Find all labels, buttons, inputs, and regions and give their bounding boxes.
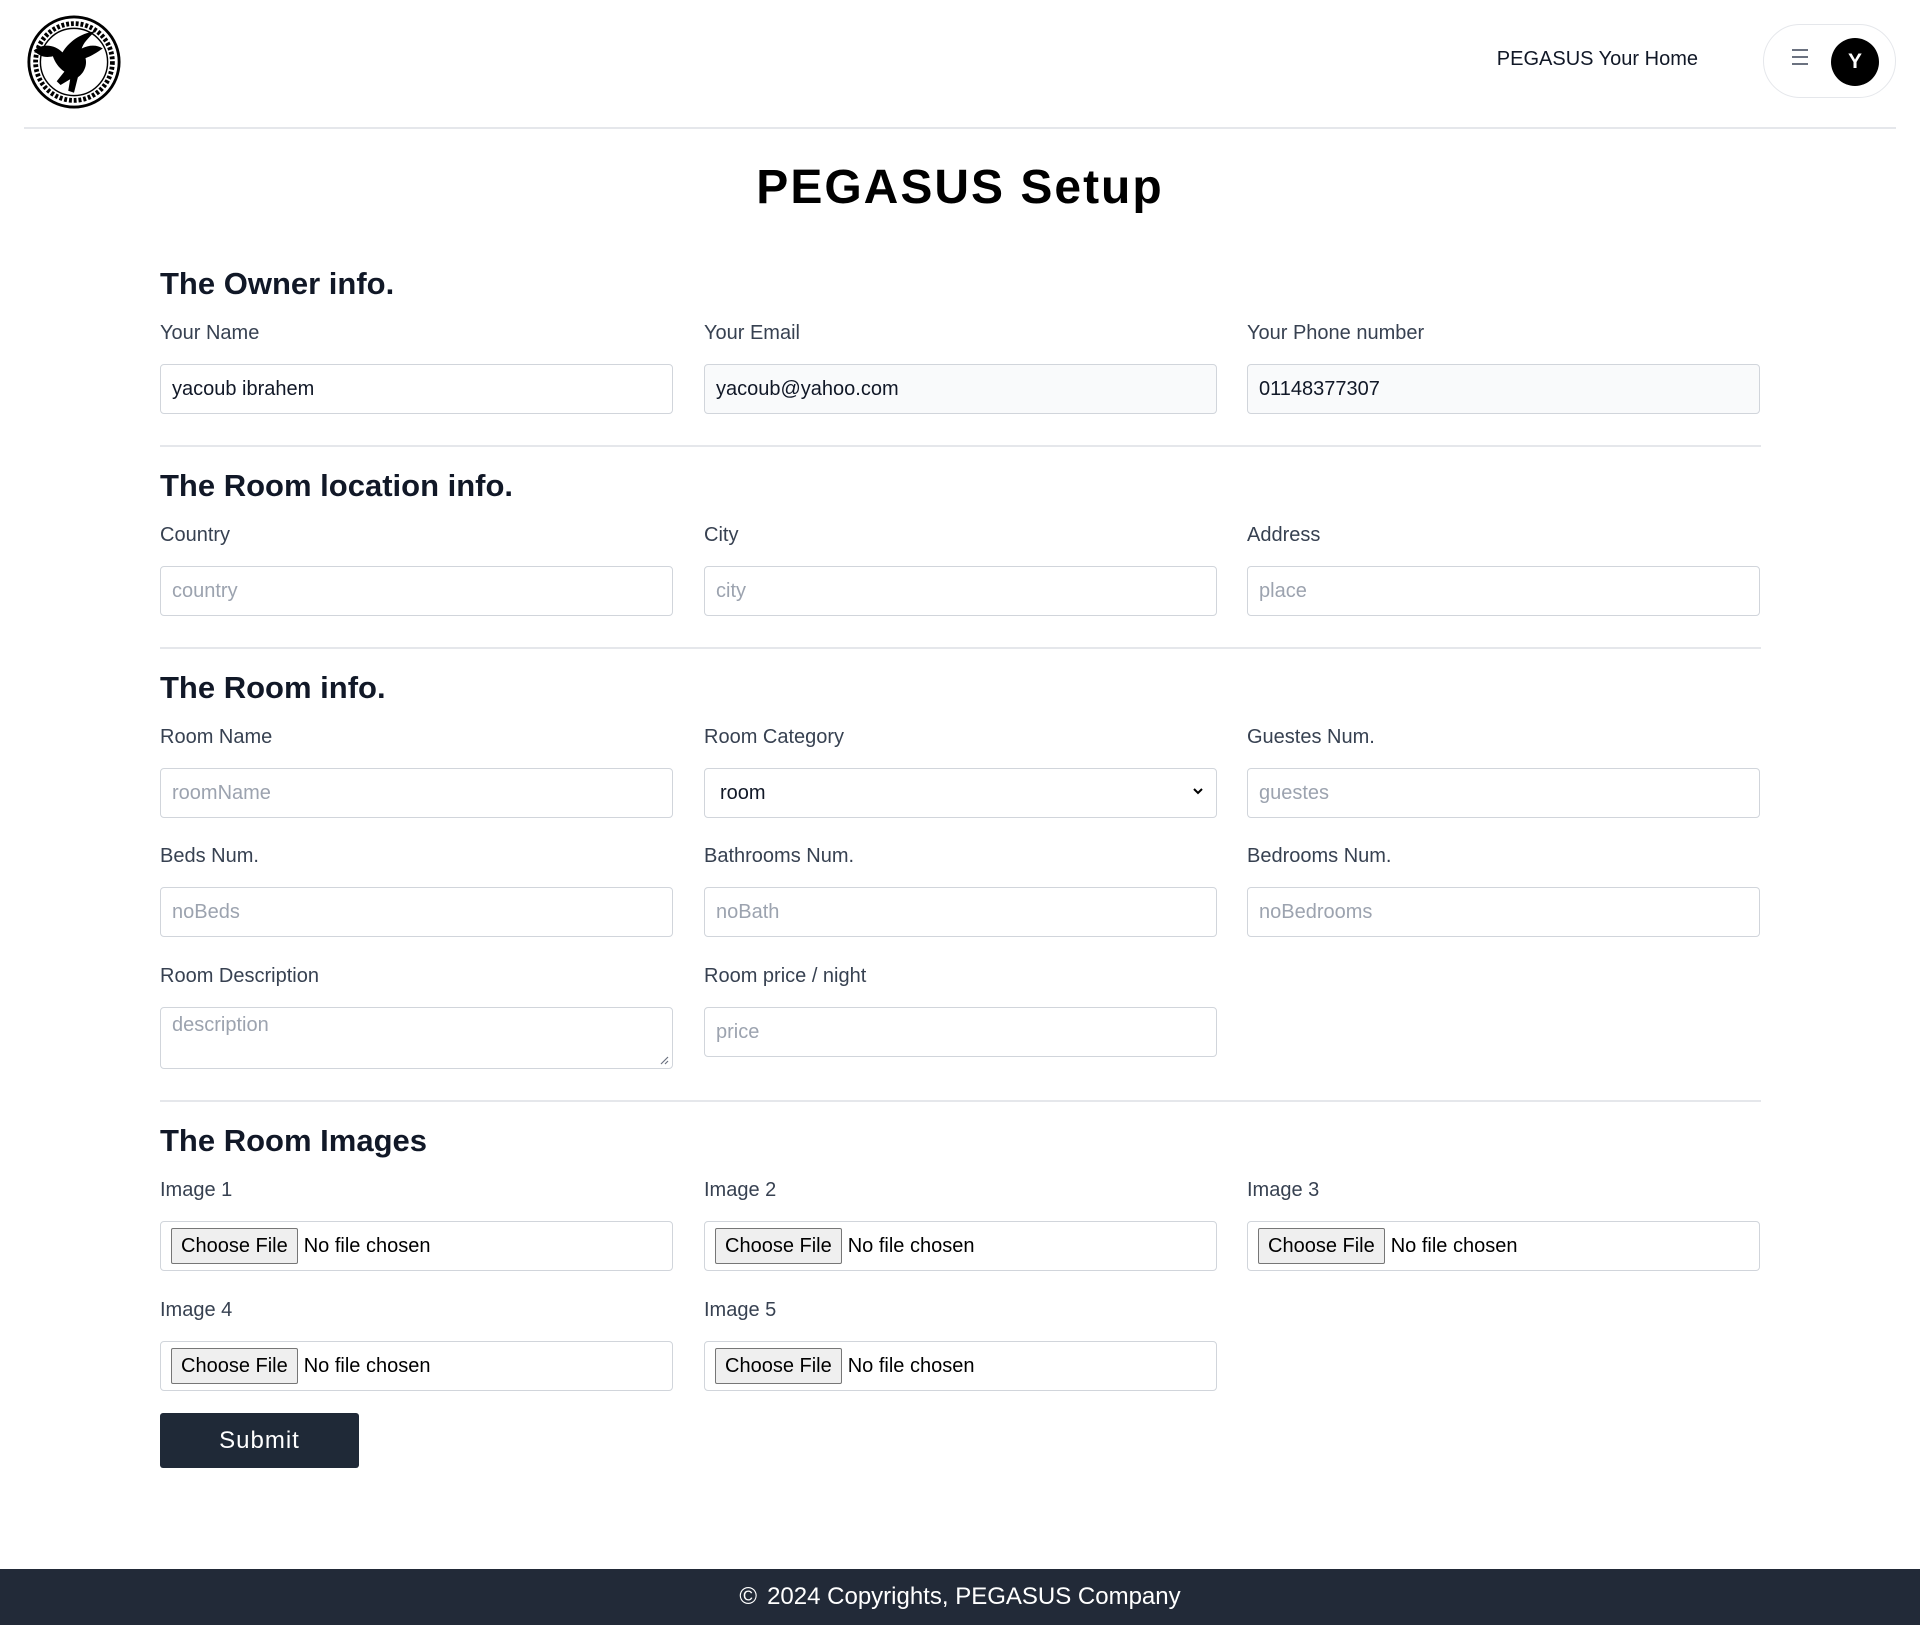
field-city: City city (704, 524, 1217, 616)
file-status: No file chosen (303, 1354, 431, 1377)
bathrooms-input[interactable]: noBath (704, 887, 1217, 937)
address-label: Address (1247, 524, 1321, 546)
description-textarea[interactable]: description (160, 1007, 673, 1069)
field-country: Country country (160, 524, 673, 616)
field-room-name: Room Name roomName (160, 726, 673, 818)
choose-file-button[interactable]: Choose File (1258, 1228, 1385, 1264)
footer-text: 2024 Copyrights, PEGASUS Company (767, 1583, 1181, 1610)
user-menu-button[interactable]: Y (1763, 24, 1896, 98)
country-input[interactable]: country (160, 566, 673, 616)
field-owner-name: Your Name yacoub ibrahem (160, 322, 673, 414)
hamburger-icon (1792, 49, 1808, 67)
file-status: No file chosen (847, 1234, 975, 1257)
owner-phone-input[interactable]: 01148377307 (1247, 364, 1760, 414)
choose-file-button[interactable]: Choose File (715, 1348, 842, 1384)
site-footer: © 2024 Copyrights, PEGASUS Company (0, 1569, 1920, 1625)
field-image-3: Image 3 Choose File No file chosen (1247, 1179, 1760, 1271)
image-5-file-input: Choose File No file chosen (704, 1341, 1217, 1391)
bathrooms-label: Bathrooms Num. (704, 845, 855, 867)
nav-link-home[interactable]: PEGASUS Your Home (1497, 48, 1698, 71)
submit-button[interactable]: Submit (160, 1413, 359, 1468)
owner-name-label: Your Name (160, 322, 260, 344)
image-4-label: Image 4 (160, 1299, 233, 1321)
image-1-file-input: Choose File No file chosen (160, 1221, 673, 1271)
section-divider (160, 647, 1761, 649)
image-2-file-input: Choose File No file chosen (704, 1221, 1217, 1271)
owner-email-input[interactable]: yacoub@yahoo.com (704, 364, 1217, 414)
beds-input[interactable]: noBeds (160, 887, 673, 937)
image-4-file-input: Choose File No file chosen (160, 1341, 673, 1391)
field-beds: Beds Num. noBeds (160, 845, 673, 937)
section-title-room: The Room info. (160, 670, 386, 705)
guests-input[interactable]: guestes (1247, 768, 1760, 818)
field-image-2: Image 2 Choose File No file chosen (704, 1179, 1217, 1271)
image-1-label: Image 1 (160, 1179, 233, 1201)
file-status: No file chosen (847, 1354, 975, 1377)
owner-email-label: Your Email (704, 322, 800, 344)
avatar: Y (1831, 38, 1879, 86)
image-3-label: Image 3 (1247, 1179, 1320, 1201)
choose-file-button[interactable]: Choose File (171, 1348, 298, 1384)
bedrooms-label: Bedrooms Num. (1247, 845, 1392, 867)
site-header: PEGASUS Your Home Y (24, 0, 1896, 129)
field-bathrooms: Bathrooms Num. noBath (704, 845, 1217, 937)
file-status: No file chosen (1390, 1234, 1518, 1257)
choose-file-button[interactable]: Choose File (715, 1228, 842, 1264)
bedrooms-input[interactable]: noBedrooms (1247, 887, 1760, 937)
section-title-location: The Room location info. (160, 468, 514, 503)
city-label: City (704, 524, 739, 546)
room-category-value: room (720, 781, 766, 804)
field-owner-phone: Your Phone number 01148377307 (1247, 322, 1760, 414)
field-address: Address place (1247, 524, 1760, 616)
resize-handle-icon[interactable] (659, 1055, 669, 1065)
image-5-label: Image 5 (704, 1299, 777, 1321)
country-label: Country (160, 524, 231, 546)
owner-name-input[interactable]: yacoub ibrahem (160, 364, 673, 414)
page-title: PEGASUS Setup (756, 161, 1164, 214)
room-name-input[interactable]: roomName (160, 768, 673, 818)
address-input[interactable]: place (1247, 566, 1760, 616)
price-label: Room price / night (704, 965, 867, 987)
chevron-down-icon (1193, 788, 1203, 795)
room-category-label: Room Category (704, 726, 845, 748)
owner-phone-label: Your Phone number (1247, 322, 1425, 344)
section-divider (160, 445, 1761, 447)
field-room-category: Room Category room (704, 726, 1217, 818)
pegasus-logo[interactable] (26, 14, 122, 110)
field-image-4: Image 4 Choose File No file chosen (160, 1299, 673, 1391)
section-title-owner: The Owner info. (160, 266, 395, 301)
choose-file-button[interactable]: Choose File (171, 1228, 298, 1264)
field-bedrooms: Bedrooms Num. noBedrooms (1247, 845, 1760, 937)
field-image-1: Image 1 Choose File No file chosen (160, 1179, 673, 1271)
field-image-5: Image 5 Choose File No file chosen (704, 1299, 1217, 1391)
price-input[interactable]: price (704, 1007, 1217, 1057)
field-description: Room Description description (160, 965, 673, 1069)
file-status: No file chosen (303, 1234, 431, 1257)
beds-label: Beds Num. (160, 845, 259, 867)
room-category-select[interactable]: room (704, 768, 1217, 818)
description-placeholder: description (172, 1014, 269, 1036)
room-name-label: Room Name (160, 726, 273, 748)
field-owner-email: Your Email yacoub@yahoo.com (704, 322, 1217, 414)
image-3-file-input: Choose File No file chosen (1247, 1221, 1760, 1271)
image-2-label: Image 2 (704, 1179, 777, 1201)
city-input[interactable]: city (704, 566, 1217, 616)
field-price: Room price / night price (704, 965, 1217, 1057)
section-divider (160, 1100, 1761, 1102)
field-guests: Guestes Num. guestes (1247, 726, 1760, 818)
copyright-icon: © (739, 1583, 758, 1610)
guests-label: Guestes Num. (1247, 726, 1375, 748)
section-title-images: The Room Images (160, 1123, 427, 1158)
description-label: Room Description (160, 965, 319, 987)
